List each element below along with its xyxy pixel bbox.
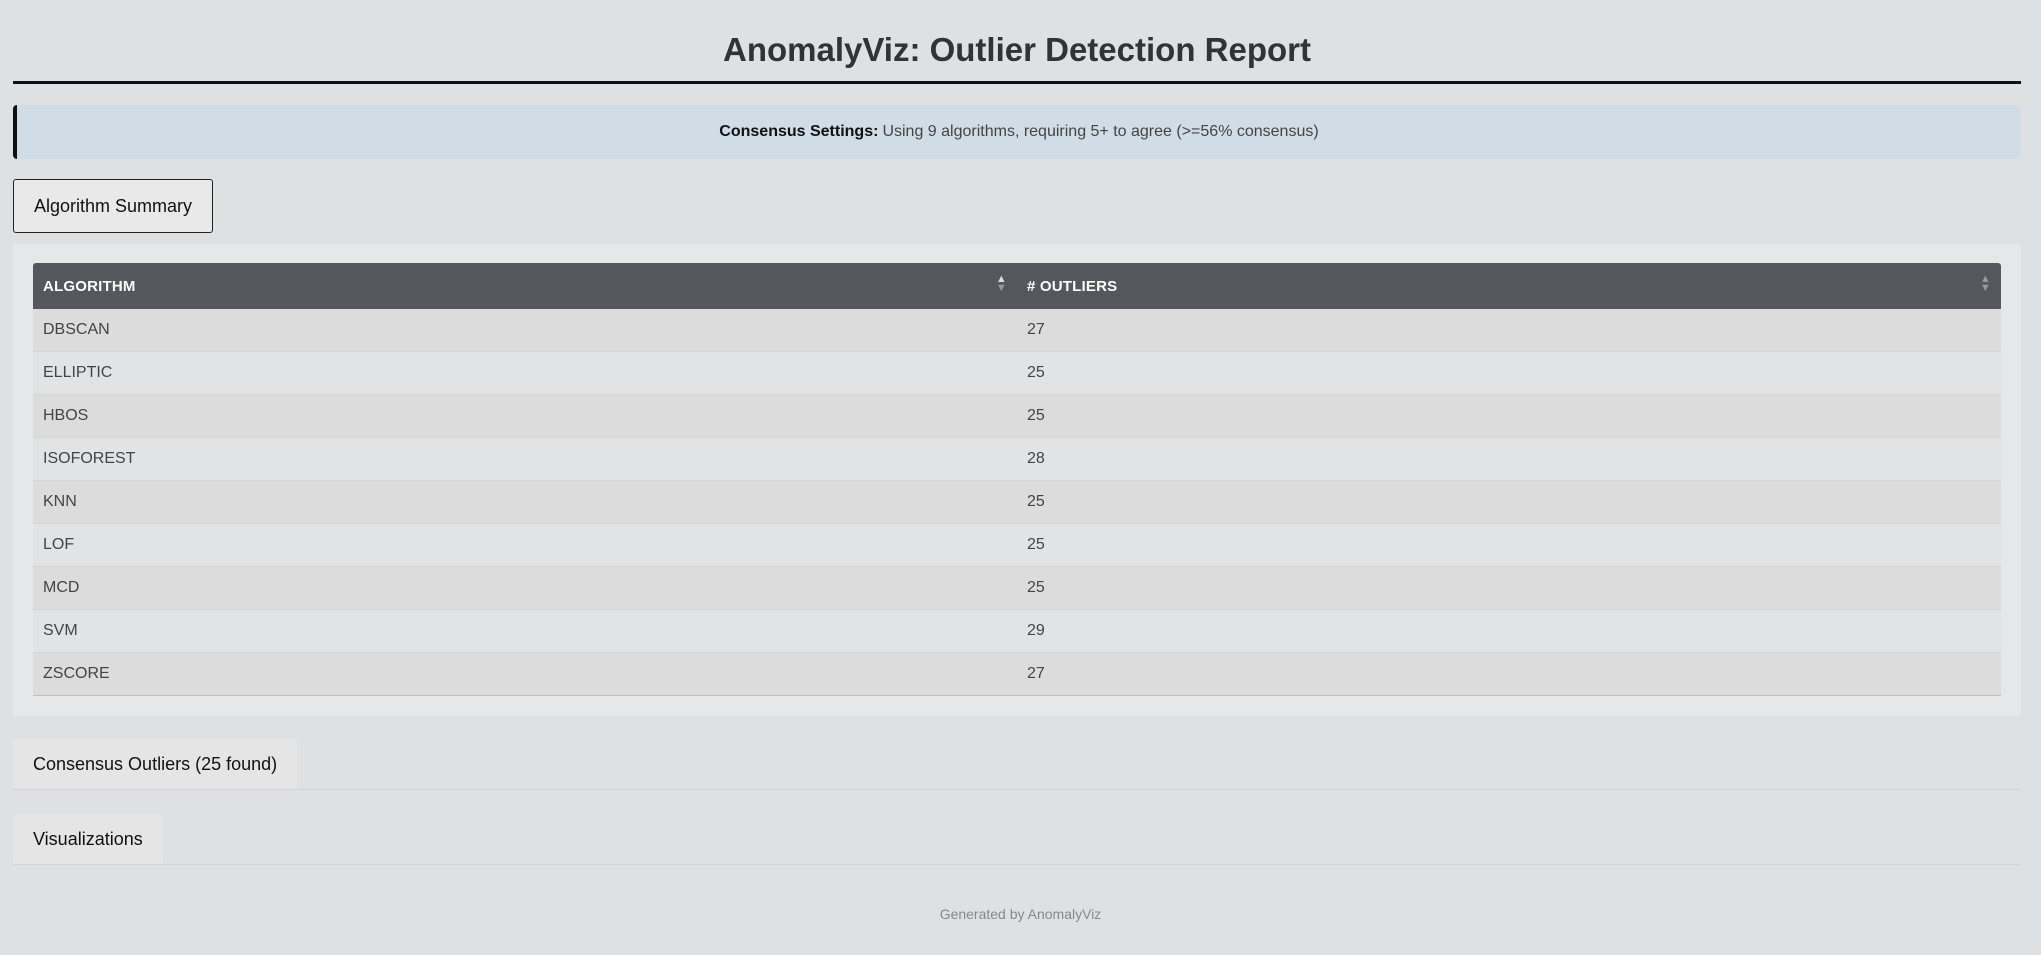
algorithm-cell: KNN (33, 480, 1017, 524)
consensus-outliers-section: Consensus Outliers (25 found) (13, 716, 2021, 790)
consensus-settings-text: Using 9 algorithms, requiring 5+ to agre… (882, 123, 1319, 140)
consensus-settings-banner: Consensus Settings: Using 9 algorithms, … (13, 105, 2021, 159)
table-row: DBSCAN 27 (33, 309, 2001, 352)
algorithm-cell: ELLIPTIC (33, 351, 1017, 395)
footer: Generated by AnomalyViz (939, 906, 1102, 922)
algorithm-summary-button[interactable]: Algorithm Summary (13, 179, 214, 233)
consensus-settings-label: Consensus Settings: (719, 123, 879, 140)
outliers-cell: 25 (1017, 523, 2001, 567)
visualizations-section: Visualizations (13, 790, 2021, 865)
table-row: ELLIPTIC 25 (33, 351, 2001, 395)
algorithm-summary-table: ALGORITHM ▲ ▼ # OUTLIERS ▲ ▼ DBSCAN 27 E… (33, 263, 2001, 696)
algorithm-cell: ISOFOREST (33, 437, 1017, 481)
consensus-outliers-button[interactable]: Consensus Outliers (25 found) (13, 739, 298, 789)
table-row: ZSCORE 27 (33, 652, 2001, 696)
table-header-row: ALGORITHM ▲ ▼ # OUTLIERS ▲ ▼ (33, 263, 2001, 309)
title-divider (13, 81, 2021, 84)
table-row: KNN 25 (33, 480, 2001, 524)
algorithm-cell: ZSCORE (33, 652, 1017, 696)
page-title: AnomalyViz: Outlier Detection Report (723, 31, 1311, 68)
outliers-cell: 25 (1017, 394, 2001, 438)
algorithm-cell: DBSCAN (33, 309, 1017, 352)
outliers-cell: 29 (1017, 609, 2001, 653)
sort-icon: ▲ ▼ (1979, 273, 1991, 294)
outliers-cell: 25 (1017, 480, 2001, 524)
sort-ascending-icon: ▲ ▼ (995, 273, 1007, 294)
outliers-cell: 25 (1017, 566, 2001, 610)
algorithm-cell: HBOS (33, 394, 1017, 438)
outliers-cell: 25 (1017, 351, 2001, 395)
algorithm-cell: SVM (33, 609, 1017, 653)
table-row: MCD 25 (33, 566, 2001, 610)
outliers-cell: 28 (1017, 437, 2001, 481)
column-header-outliers[interactable]: # OUTLIERS ▲ ▼ (1017, 263, 2001, 309)
algorithm-cell: LOF (33, 523, 1017, 567)
column-header-algorithm[interactable]: ALGORITHM ▲ ▼ (33, 263, 1017, 309)
report-page: AnomalyViz: Outlier Detection Report Con… (13, 0, 2021, 865)
algorithm-cell: MCD (33, 566, 1017, 610)
visualizations-button[interactable]: Visualizations (13, 814, 163, 864)
algorithm-summary-panel: ALGORITHM ▲ ▼ # OUTLIERS ▲ ▼ DBSCAN 27 E… (13, 244, 2021, 716)
outliers-cell: 27 (1017, 309, 2001, 352)
table-row: HBOS 25 (33, 394, 2001, 438)
table-row: LOF 25 (33, 523, 2001, 567)
table-row: SVM 29 (33, 609, 2001, 653)
table-row: ISOFOREST 28 (33, 437, 2001, 481)
outliers-cell: 27 (1017, 652, 2001, 696)
